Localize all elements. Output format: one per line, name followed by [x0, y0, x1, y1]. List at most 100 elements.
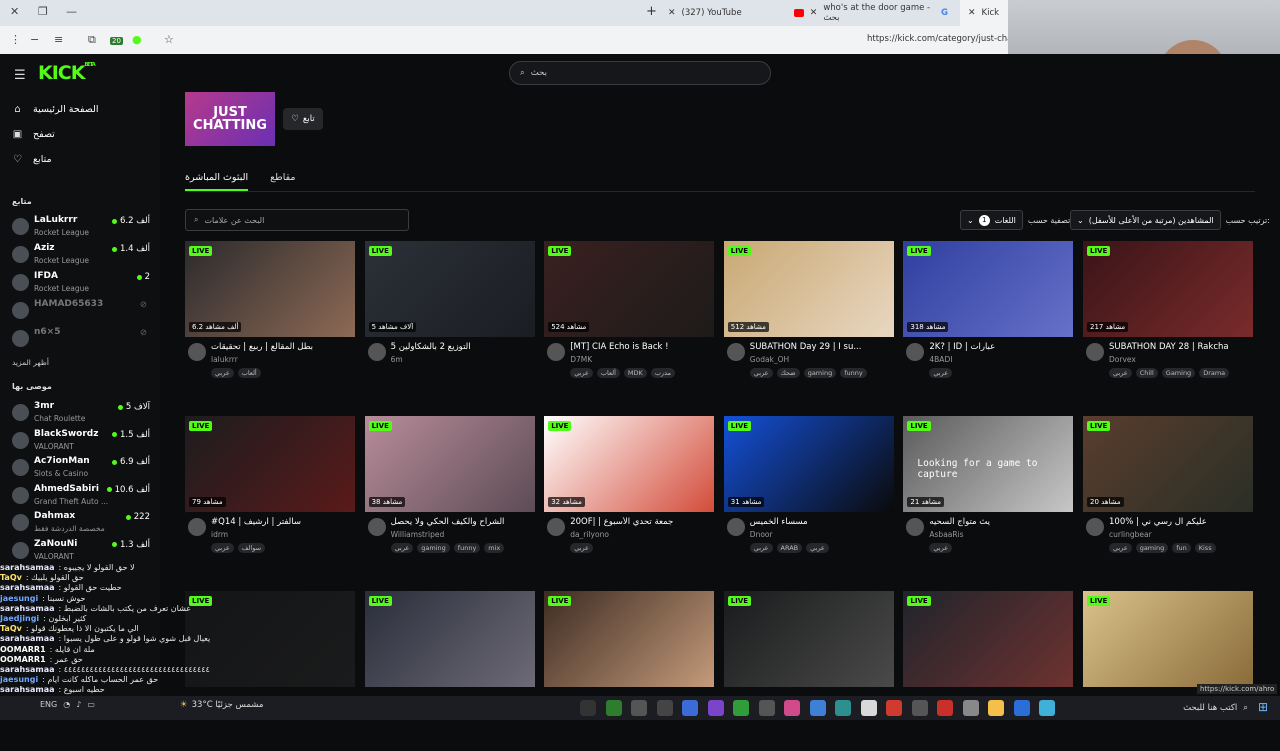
stream-thumbnail[interactable]: LIVE 5 آلاف مشاهد	[364, 241, 535, 337]
stream-title[interactable]: 2K? | ID | عبارات	[929, 342, 1071, 352]
stream-thumbnail[interactable]: LIVE 79 مشاهد	[185, 416, 355, 512]
stream-title[interactable]: SUBATHON Day 29 | I su...	[750, 342, 892, 352]
recommended-channel[interactable]: BlackSwordz VALORANT 1.5 ألف	[12, 428, 150, 454]
stream-title[interactable]: يث متواج السحيه	[929, 517, 1071, 527]
tag-chip[interactable]: عربي	[929, 368, 953, 378]
menu-dots-icon[interactable]: ⋮	[10, 33, 21, 46]
tag-chip[interactable]: عربي	[211, 368, 234, 378]
taskbar-search[interactable]: اكتب هنا للبحث ⌕	[1098, 699, 1248, 717]
streamer-avatar[interactable]	[906, 518, 925, 536]
tag-chip[interactable]: عربي	[570, 368, 593, 378]
stream-thumbnail[interactable]: LIVE 512 مشاهد	[723, 241, 894, 337]
tag-chip[interactable]: عربي	[1109, 368, 1132, 378]
kick-logo[interactable]: KICKBETA	[38, 62, 96, 84]
streamer-name[interactable]: AsbaaRis	[929, 530, 1071, 539]
xbox-app-icon[interactable]	[605, 700, 622, 716]
stream-card[interactable]: LIVE 318 مشاهد 2K? | ID | عبارات 4BADI عربي	[903, 241, 1074, 401]
streamer-avatar[interactable]	[547, 343, 566, 361]
media-app-icon[interactable]	[631, 700, 647, 716]
streamer-name[interactable]: da_rilyono	[570, 530, 712, 539]
tag-chip[interactable]: gaming	[417, 543, 450, 553]
stream-card[interactable]: LIVE 217 مشاهد SUBATHON DAY 28 | Rakcha Dor…	[1083, 241, 1253, 401]
stream-title[interactable]: التوزيع 2 بالشكاولين 5	[391, 342, 533, 352]
edge-icon[interactable]	[1039, 700, 1055, 716]
streamer-avatar[interactable]	[547, 518, 566, 536]
stream-title[interactable]: بطل المقالع | ربيع | تحقيقات	[211, 342, 353, 352]
stream-thumbnail[interactable]: LIVE	[1083, 591, 1253, 687]
terminal-app-icon[interactable]	[580, 700, 596, 716]
tag-chip[interactable]: عربي	[929, 543, 953, 553]
app-icon[interactable]	[784, 700, 800, 716]
recommended-channel[interactable]: Dahmax مخصصة الدردشة فقط 222	[12, 510, 150, 536]
tag-chip[interactable]: funny	[840, 368, 867, 378]
close-tab-icon[interactable]: ✕	[668, 8, 676, 18]
extension-badge[interactable]: 20	[110, 37, 123, 45]
tag-chip[interactable]: funny	[453, 543, 481, 553]
following-channel[interactable]: n6×5 ⊘	[12, 326, 150, 352]
stream-card[interactable]: LIVE 79 مشاهد #Q14 | سالفتر | ارشيف idrm عرب…	[185, 416, 355, 576]
tag-chip[interactable]: عربي	[211, 543, 234, 553]
steam-icon[interactable]	[911, 700, 928, 716]
stream-thumbnail[interactable]: LIVE 6.2 ألف مشاهد	[185, 241, 355, 337]
app-icon[interactable]	[707, 700, 724, 716]
stream-title[interactable]: SUBATHON DAY 28 | Rakcha	[1109, 342, 1251, 352]
stream-card[interactable]: LIVE 32 مشاهد 20OF| | جمعة تحدي الأسبوع da_…	[544, 416, 715, 576]
stream-card[interactable]: LIVE	[903, 591, 1074, 751]
close-window-icon[interactable]: ✕	[10, 5, 19, 18]
stream-card[interactable]: LIVE 31 مشاهد مسساء الخميس Dnoor عربي ARAB عرب…	[723, 416, 894, 576]
stream-card[interactable]: LIVE	[1083, 591, 1253, 751]
recommended-channel[interactable]: ZaNouNi VALORANT 1.3 ألف	[12, 538, 150, 564]
tag-chip[interactable]: ألعاب	[596, 368, 620, 378]
streamer-name[interactable]: Dorvex	[1109, 355, 1251, 364]
tab-live-streams[interactable]: البثوث المباشرة	[185, 172, 249, 191]
tag-chip[interactable]: MDK	[623, 368, 647, 378]
streamer-avatar[interactable]	[906, 343, 925, 361]
chrome-icon[interactable]	[937, 700, 953, 716]
tag-chip[interactable]: عربي	[1109, 543, 1132, 553]
volume-icon[interactable]: ♪	[76, 700, 81, 709]
sidebar-nav-0[interactable]: ⌂ الصفحة الرئيسية	[12, 104, 98, 115]
wifi-icon[interactable]: ◔	[63, 700, 70, 709]
tag-chip[interactable]: mix	[484, 543, 505, 553]
streamer-name[interactable]: 4BADI	[929, 355, 1071, 364]
recommended-channel[interactable]: Ac7ionMan Slots & Casino 6.9 ألف	[12, 455, 150, 481]
tag-chip[interactable]: fun	[1172, 543, 1191, 553]
app-icon[interactable]	[962, 700, 979, 716]
app-icon[interactable]	[682, 700, 698, 716]
stream-title[interactable]: 100% | عليكم ال رسي ني	[1109, 517, 1251, 527]
streamer-avatar[interactable]	[188, 343, 206, 361]
tag-chip[interactable]: مدرب	[650, 368, 675, 378]
streamer-name[interactable]: Godak_OH	[750, 355, 892, 364]
restore-window-icon[interactable]: ❐	[38, 5, 48, 18]
extensions-list-icon[interactable]: ≡	[54, 33, 63, 46]
file-explorer-icon[interactable]	[988, 700, 1004, 716]
stream-card[interactable]: LIVE Looking for a game to capture 21 مشاه…	[903, 416, 1074, 576]
store-app-icon[interactable]	[860, 700, 877, 716]
tag-chip[interactable]: عربي	[570, 543, 593, 553]
tag-chip[interactable]: عربي	[749, 368, 773, 378]
stream-thumbnail[interactable]: LIVE	[544, 591, 715, 687]
stream-card[interactable]: LIVE	[544, 591, 715, 751]
tag-chip[interactable]: Kiss	[1194, 543, 1216, 553]
stream-thumbnail[interactable]: LIVE 38 مشاهد	[364, 416, 535, 512]
stream-card[interactable]: LIVE	[723, 591, 894, 751]
stream-thumbnail[interactable]: LIVE	[364, 591, 535, 687]
stream-title[interactable]: #Q14 | سالفتر | ارشيف	[211, 517, 353, 527]
recommended-channel[interactable]: AhmedSabiri Grand Theft Auto ... 10.6 ألف	[12, 483, 150, 509]
stream-thumbnail[interactable]: LIVE 31 مشاهد	[723, 416, 894, 512]
language-filter-dropdown[interactable]: ⌄ 1 اللغات	[960, 210, 1023, 230]
stream-thumbnail[interactable]: LIVE	[903, 591, 1074, 687]
show-more-button[interactable]: أظهر المزيد	[12, 358, 49, 367]
streamer-avatar[interactable]	[367, 343, 386, 361]
streamer-avatar[interactable]	[188, 518, 206, 536]
tag-chip[interactable]: Chill	[1135, 368, 1158, 378]
stream-title[interactable]: مسساء الخميس	[750, 517, 892, 527]
stream-thumbnail[interactable]: LIVE Looking for a game to capture 21 مشاه…	[903, 416, 1074, 512]
bookmark-star-icon[interactable]: ☆	[164, 33, 174, 46]
tag-chip[interactable]: عربي	[749, 543, 773, 553]
stream-card[interactable]: LIVE 524 مشاهد [MT] CIA Echo is Back ! D7MK…	[544, 241, 715, 401]
tag-chip[interactable]: ضحك	[776, 368, 800, 378]
tag-chip[interactable]: ألعاب	[237, 368, 261, 378]
weather-widget[interactable]: ☀ 33°C مشمس جزئيًا	[180, 700, 263, 710]
following-channel[interactable]: Aziz Rocket League 1.4 ألف	[12, 242, 150, 268]
